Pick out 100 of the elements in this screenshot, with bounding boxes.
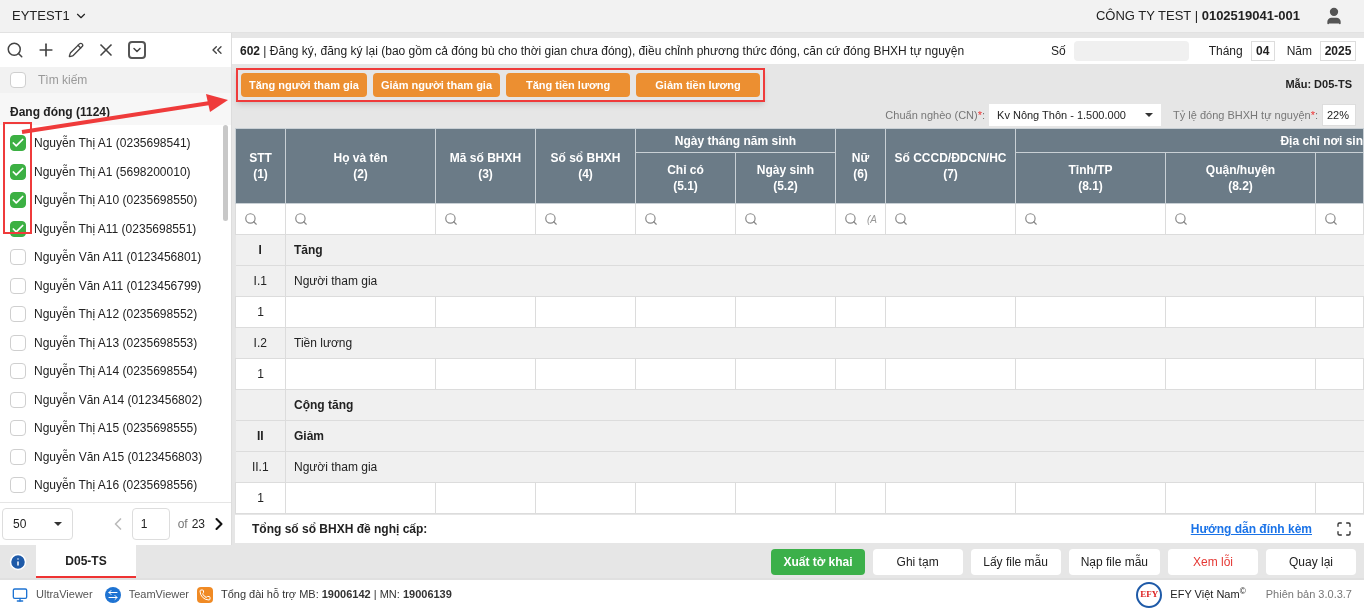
user-icon[interactable]: [1324, 6, 1344, 26]
table-cell: 1: [235, 358, 286, 390]
caret-icon: [1145, 113, 1154, 117]
checkbox[interactable]: [10, 420, 26, 437]
checkbox[interactable]: [10, 306, 26, 323]
row-number: I.1: [253, 274, 267, 288]
monitor-icon[interactable]: [12, 586, 28, 603]
dropdown-icon[interactable]: [128, 41, 146, 59]
poverty-label: Chuẩn nghèo (CN)*:: [885, 107, 986, 123]
rate-label: Tỷ lệ đóng BHXH tự nguyện*:: [1173, 107, 1318, 123]
column-header: Tỉnh/TP (8.1): [1015, 152, 1166, 204]
row-title: Tăng: [294, 243, 323, 257]
column-header: Nữ (6): [835, 128, 886, 204]
page-size-select[interactable]: 50: [2, 508, 73, 540]
teamviewer-link[interactable]: TeamViewer: [128, 586, 189, 603]
row-title: Giảm: [294, 429, 324, 443]
column-group-header: Ngày tháng năm sinh: [635, 128, 836, 153]
year-label: Năm: [1286, 43, 1312, 60]
filter-search-icon[interactable]: [444, 212, 458, 226]
filter-search-icon[interactable]: [644, 212, 658, 226]
checkbox[interactable]: [10, 192, 26, 209]
tab[interactable]: D05-TS: [36, 545, 136, 578]
ultraviewer-link[interactable]: UltraViewer: [36, 586, 93, 603]
list-item[interactable]: Nguyễn Văn A15 (0123456803): [0, 442, 231, 471]
rate-field[interactable]: 22%: [1322, 104, 1356, 126]
fullscreen-icon[interactable]: [1336, 521, 1352, 537]
column-header: Mã số BHXH (3): [435, 128, 536, 204]
table-cell: 1: [235, 296, 286, 328]
footer-button[interactable]: Quay lại: [1266, 548, 1356, 575]
footer-button[interactable]: Lấy file mẫu: [970, 548, 1061, 575]
guide-link[interactable]: Hướng dẫn đính kèm: [1190, 520, 1312, 538]
table-cell: 1: [235, 482, 286, 514]
row-title: Người tham gia: [294, 274, 378, 288]
filter-search-icon[interactable]: [1024, 212, 1038, 226]
info-icon[interactable]: [9, 552, 27, 571]
checkbox[interactable]: [10, 135, 26, 152]
filter-search-icon[interactable]: [844, 212, 858, 226]
filter-search-icon[interactable]: [1174, 212, 1188, 226]
month-label: Tháng: [1208, 43, 1243, 60]
summary-label: Tổng số sổ BHXH đề nghị cấp:: [252, 521, 428, 538]
checkbox[interactable]: [10, 249, 26, 266]
month-field[interactable]: 04: [1250, 41, 1275, 61]
version-label: Phiên bản 3.0.3.7: [1265, 587, 1352, 603]
list-item[interactable]: Nguyễn Thị A14 (0235698554): [0, 357, 231, 386]
row-number: I.2: [253, 336, 267, 350]
poverty-select[interactable]: Kv Nông Thôn - 1.500.000: [989, 104, 1162, 126]
list-item[interactable]: Nguyễn Thị A11 (0235698551): [0, 214, 231, 243]
checkbox[interactable]: [10, 391, 26, 408]
page-field[interactable]: 1: [131, 508, 170, 540]
search-field[interactable]: Tìm kiếm: [38, 67, 231, 93]
year-field[interactable]: 2025: [1320, 41, 1356, 61]
checkbox[interactable]: [10, 477, 26, 494]
workspace-dropdown[interactable]: EYTEST1: [12, 6, 88, 26]
list-item[interactable]: Nguyễn Văn A11 (0123456799): [0, 271, 231, 300]
edit-icon[interactable]: [68, 42, 84, 58]
column-group-header: Địa chỉ nơi sin: [1015, 128, 1364, 153]
checkbox[interactable]: [10, 334, 26, 351]
search-icon[interactable]: [6, 41, 24, 59]
filter-search-icon[interactable]: [1324, 212, 1338, 226]
page-total: 23: [191, 516, 205, 533]
list-item[interactable]: Nguyễn Thị A16 (0235698556): [0, 471, 231, 500]
template-label: Mẫu: D05-TS: [1285, 77, 1352, 92]
arrows-icon[interactable]: [104, 586, 121, 603]
row-title: Tiền lương: [294, 336, 353, 350]
brand-logo: EFY: [1136, 581, 1163, 608]
filter-search-icon[interactable]: [744, 212, 758, 226]
group-heading: Đang đóng (1124): [10, 104, 110, 121]
checkbox[interactable]: [10, 277, 26, 294]
column-header: Chỉ có (5.1): [635, 152, 736, 204]
list-item[interactable]: Nguyễn Thị A15 (0235698555): [0, 414, 231, 443]
row-number: II: [256, 429, 264, 443]
form-title: 602 | Đăng ký, đăng ký lại (bao gồm cả đóng bù cho thời gian chưa đóng), điều chỉnh phương thức đóng, căn cứ đóng BHXH tự nguyện: [240, 43, 965, 60]
row-title: Cộng tăng: [294, 398, 354, 412]
checkbox[interactable]: [10, 163, 26, 180]
caret-icon: [54, 522, 62, 526]
checkbox[interactable]: [10, 363, 26, 380]
list-item[interactable]: Nguyễn Thị A1 (0235698541): [0, 129, 231, 158]
footer-button[interactable]: Ghi tạm: [872, 548, 963, 575]
hotline-text: Tổng đài hỗ trợ MB: 19006142 | MN: 19006139: [221, 587, 452, 603]
list-item[interactable]: Nguyễn Văn A11 (0123456801): [0, 243, 231, 272]
filter-search-icon[interactable]: [894, 212, 908, 226]
filter-search-icon[interactable]: [544, 212, 558, 226]
column-header: Ngày sinh (5.2): [735, 152, 836, 204]
phone-icon: [197, 586, 213, 603]
checkbox[interactable]: [10, 448, 26, 465]
number-label: Số: [1050, 43, 1066, 60]
footer-button[interactable]: Xem lỗi: [1168, 548, 1258, 575]
column-header: Số CCCD/ĐDCN/HC (7): [885, 128, 1016, 204]
list-item[interactable]: Nguyễn Thị A12 (0235698552): [0, 300, 231, 329]
filter-search-icon[interactable]: [244, 212, 258, 226]
list-item[interactable]: Nguyễn Văn A14 (0123456802): [0, 385, 231, 414]
list-item[interactable]: Nguyễn Thị A13 (0235698553): [0, 328, 231, 357]
column-header: Quận/huyện (8.2): [1165, 152, 1316, 204]
scrollbar-thumb[interactable]: [223, 125, 228, 221]
footer-button[interactable]: Nạp file mẫu: [1068, 548, 1160, 575]
column-header: Số sổ BHXH (4): [535, 128, 636, 204]
list-item[interactable]: Nguyễn Thị A1 (5698200010): [0, 157, 231, 186]
checkbox[interactable]: [10, 72, 26, 88]
list-item[interactable]: Nguyễn Thị A10 (0235698550): [0, 186, 231, 215]
filter-search-icon[interactable]: [294, 212, 308, 226]
